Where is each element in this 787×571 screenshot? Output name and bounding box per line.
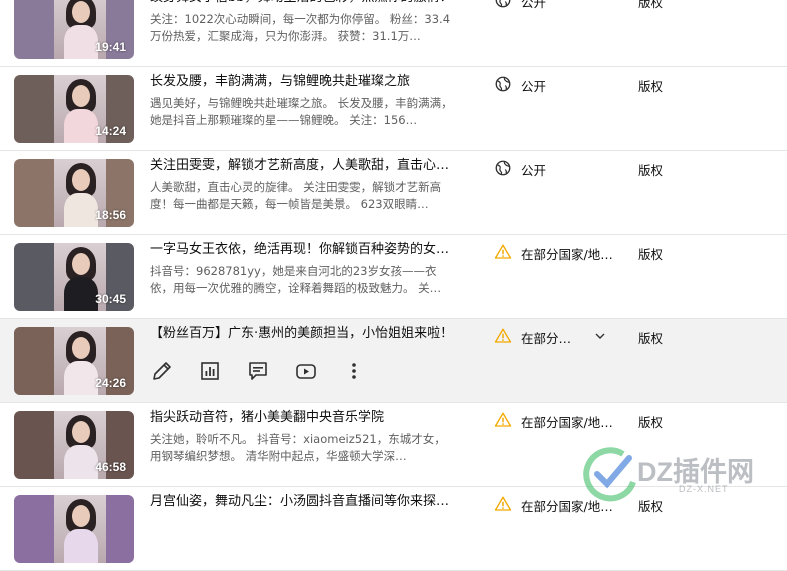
more-vert-icon	[342, 359, 366, 383]
visibility-label: 在部分国家/地…	[521, 247, 613, 262]
warning-icon	[494, 411, 512, 429]
video-row[interactable]: 46:58 指尖跃动音符，猪小美美翻中央音乐学院关注她，聆听不凡。 抖音号：xia…	[0, 403, 787, 487]
restriction-label: 版权	[638, 163, 664, 178]
video-description: 人美歌甜，直击心灵的旋律。 关注田雯雯，解锁才艺新高度！每一曲都是天籁，每一帧皆…	[150, 180, 442, 211]
video-thumbnail[interactable]: 14:24	[14, 75, 134, 143]
video-duration: 14:24	[95, 124, 126, 138]
video-list: 19:41 纹身舞女小信bb，舞动生活的色彩，点燃你的激情！ 关注：1022次心动瞬…	[0, 0, 787, 571]
globe-icon	[494, 159, 512, 177]
view-on-youtube-button[interactable]	[294, 359, 318, 383]
video-description: 关注：1022次心动瞬间，每一次都为你停留。 粉丝：33.4万份热爱，汇聚成海，…	[150, 12, 451, 43]
video-row[interactable]: 24:26 【粉丝百万】广东·惠州的美颜担当，小怡姐姐来啦！ 在部分… 版权	[0, 319, 787, 403]
chevron-down-icon[interactable]	[592, 328, 608, 344]
video-row[interactable]: 30:45 一字马女王衣依，绝活再现！你解锁百种姿势的女… 抖音号：9628781y…	[0, 235, 787, 319]
comment-icon	[246, 359, 270, 383]
video-thumbnail[interactable]: 19:41	[14, 0, 134, 59]
video-row[interactable]: 月宫仙姿，舞动凡尘：小汤圆抖音直播间等你来探… 在部分国家/地… 版权	[0, 487, 787, 571]
visibility-label: 公开	[521, 79, 547, 94]
warning-icon	[494, 495, 512, 513]
globe-icon	[494, 0, 512, 9]
visibility-label: 在部分国家/地…	[521, 415, 613, 430]
video-title[interactable]: 一字马女王衣依，绝活再现！你解锁百种姿势的女…	[150, 241, 460, 259]
globe-icon	[494, 75, 512, 93]
restriction-label: 版权	[638, 79, 664, 94]
video-description: 关注她，聆听不凡。 抖音号：xiaomeiz521，东城才女，用钢琴编织梦想。 …	[150, 432, 446, 463]
video-duration: 30:45	[95, 292, 126, 306]
video-title[interactable]: 关注田雯雯，解锁才艺新高度，人美歌甜，直击心…	[150, 157, 460, 175]
pencil-icon	[150, 359, 174, 383]
video-row[interactable]: 18:56 关注田雯雯，解锁才艺新高度，人美歌甜，直击心… 人美歌甜，直击心灵的旋律…	[0, 151, 787, 235]
visibility-label: 公开	[521, 0, 547, 10]
restriction-label: 版权	[638, 499, 664, 514]
video-thumbnail[interactable]: 30:45	[14, 243, 134, 311]
restriction-label: 版权	[638, 0, 664, 10]
video-duration: 19:41	[95, 40, 126, 54]
edit-button[interactable]	[150, 359, 174, 383]
video-description: 抖音号：9628781yy，她是来自河北的23岁女孩——衣依，用每一次优雅的腾空…	[150, 264, 442, 295]
warning-icon	[494, 327, 512, 345]
video-duration: 24:26	[95, 376, 126, 390]
video-thumbnail[interactable]: 18:56	[14, 159, 134, 227]
analytics-button[interactable]	[198, 359, 222, 383]
more-button[interactable]	[342, 359, 366, 383]
row-actions	[150, 359, 390, 383]
bar-chart-icon	[198, 359, 222, 383]
video-title[interactable]: 指尖跃动音符，猪小美美翻中央音乐学院	[150, 409, 460, 427]
video-row[interactable]: 19:41 纹身舞女小信bb，舞动生活的色彩，点燃你的激情！ 关注：1022次心动瞬…	[0, 0, 787, 67]
video-row[interactable]: 14:24 长发及腰，丰韵满满，与锦鲤晚共赴璀璨之旅遇见美好，与锦鲤晚共赴璀璨之旅…	[0, 67, 787, 151]
video-duration: 46:58	[95, 460, 126, 474]
video-title[interactable]: 月宫仙姿，舞动凡尘：小汤圆抖音直播间等你来探…	[150, 493, 460, 511]
restriction-label: 版权	[638, 415, 664, 430]
youtube-icon	[294, 359, 318, 383]
video-thumbnail[interactable]	[14, 495, 134, 563]
warning-icon	[494, 243, 512, 261]
visibility-label: 公开	[521, 163, 547, 178]
visibility-label: 在部分国家/地…	[521, 499, 613, 514]
video-thumbnail[interactable]: 46:58	[14, 411, 134, 479]
video-list-page: { "colors": { "warning": "#f2a900", "ico…	[0, 0, 787, 571]
video-duration: 18:56	[95, 208, 126, 222]
visibility-label[interactable]: 在部分…	[521, 328, 571, 347]
restriction-label: 版权	[638, 247, 664, 262]
restriction-label: 版权	[638, 331, 664, 346]
video-description: 遇见美好，与锦鲤晚共赴璀璨之旅。 长发及腰，丰韵满满，她是抖音上那颗璀璨的星——…	[150, 96, 453, 127]
video-title[interactable]: 长发及腰，丰韵满满，与锦鲤晚共赴璀璨之旅	[150, 73, 460, 91]
video-title[interactable]: 纹身舞女小信bb，舞动生活的色彩，点燃你的激情！	[150, 0, 460, 7]
video-title[interactable]: 【粉丝百万】广东·惠州的美颜担当，小怡姐姐来啦！	[150, 325, 460, 343]
video-thumbnail[interactable]: 24:26	[14, 327, 134, 395]
comments-button[interactable]	[246, 359, 270, 383]
